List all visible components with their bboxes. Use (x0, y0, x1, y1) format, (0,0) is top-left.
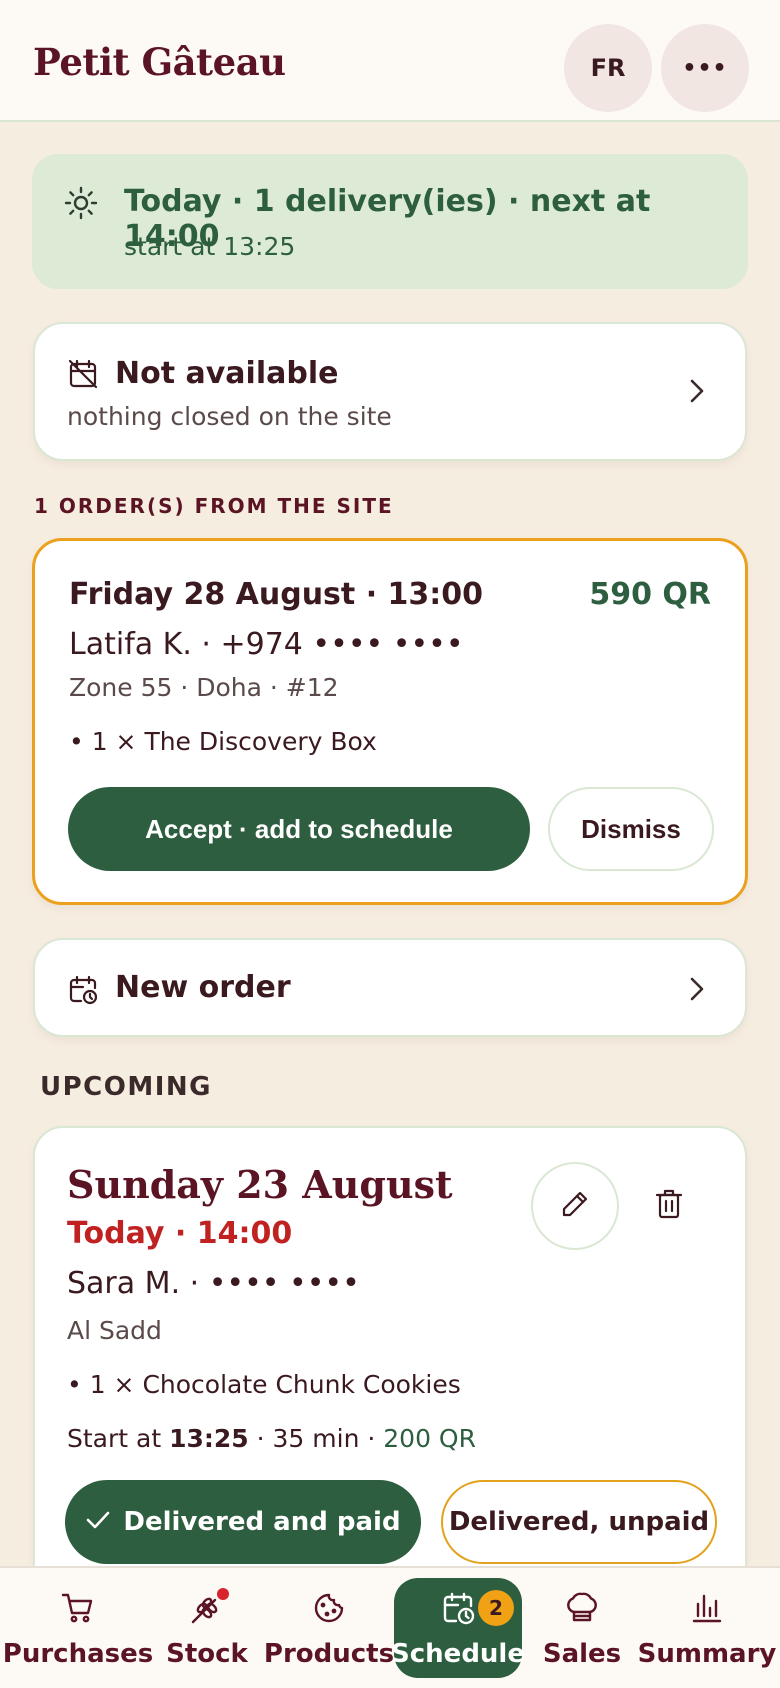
sun-icon (64, 186, 98, 224)
delivery-duration: · 35 min · (248, 1424, 384, 1453)
bottom-nav: Purchases Stock Products Schedule 2 Sale… (0, 1566, 780, 1688)
more-icon: ••• (682, 55, 728, 81)
nav-stock-label: Stock (166, 1639, 248, 1669)
schedule-count-badge: 2 (478, 1590, 514, 1626)
nav-purchases[interactable]: Purchases (2, 1568, 154, 1688)
today-start-time: start at 13:25 (124, 232, 296, 261)
availability-subtitle: nothing closed on the site (67, 402, 392, 431)
delivery-start-line: Start at 13:25 · 35 min · 200 QR (67, 1424, 476, 1453)
nav-products[interactable]: Products (263, 1568, 395, 1688)
stock-alert-dot (217, 1588, 229, 1600)
order-customer: Latifa K. · +974 •••• •••• (69, 627, 464, 662)
site-orders-label: 1 ORDER(S) FROM THE SITE (34, 494, 394, 518)
delivery-customer: Sara M. · •••• •••• (67, 1266, 360, 1301)
delivered-paid-button[interactable]: Delivered and paid (65, 1480, 421, 1564)
delivered-unpaid-button[interactable]: Delivered, unpaid (441, 1480, 717, 1564)
chef-hat-icon (564, 1590, 600, 1633)
upcoming-label: UPCOMING (40, 1072, 212, 1102)
new-order-label: New order (115, 970, 291, 1005)
nav-sales[interactable]: Sales (534, 1568, 630, 1688)
wheat-icon (189, 1588, 229, 1633)
cart-icon (60, 1590, 96, 1633)
order-item: • 1 × The Discovery Box (69, 727, 377, 756)
trash-icon (654, 1187, 684, 1225)
today-banner: Today · 1 delivery(ies) · next at 14:00 … (32, 154, 748, 289)
site-order-card: Friday 28 August · 13:00 590 QR Latifa K… (32, 538, 748, 905)
delivery-address: Al Sadd (67, 1316, 162, 1345)
nav-products-label: Products (263, 1639, 395, 1669)
chevron-right-icon (687, 974, 707, 1008)
pencil-icon (560, 1189, 590, 1223)
nav-summary[interactable]: Summary (637, 1568, 777, 1688)
bar-chart-icon (689, 1590, 725, 1633)
order-datetime: Friday 28 August · 13:00 (69, 577, 484, 612)
order-address: Zone 55 · Doha · #12 (69, 673, 339, 702)
delivery-today-time: Today · 14:00 (67, 1216, 293, 1251)
new-order-card[interactable]: New order (33, 938, 747, 1037)
nav-stock[interactable]: Stock (158, 1568, 256, 1688)
more-menu-button[interactable]: ••• (661, 24, 749, 112)
delete-delivery-button[interactable] (645, 1182, 693, 1230)
language-button[interactable]: FR (564, 24, 652, 112)
availability-title: Not available (115, 356, 339, 391)
nav-summary-label: Summary (637, 1639, 777, 1669)
accept-order-button[interactable]: Accept · add to schedule (68, 787, 530, 871)
availability-card[interactable]: Not available nothing closed on the site (33, 322, 747, 461)
order-amount: 590 QR (589, 577, 711, 612)
app-header: Petit Gâteau FR ••• (0, 0, 780, 122)
delivery-item: • 1 × Chocolate Chunk Cookies (67, 1370, 461, 1399)
nav-purchases-label: Purchases (2, 1639, 154, 1669)
calendar-clock-icon (440, 1590, 476, 1633)
calendar-clock-icon (67, 974, 99, 1010)
cookie-icon (311, 1590, 347, 1633)
delivery-date: Sunday 23 August (67, 1162, 453, 1207)
calendar-off-icon (67, 358, 99, 394)
delivered-paid-label: Delivered and paid (123, 1507, 401, 1537)
nav-schedule[interactable]: Schedule 2 (391, 1578, 525, 1678)
check-icon (85, 1507, 111, 1537)
nav-sales-label: Sales (542, 1639, 622, 1669)
dismiss-order-button[interactable]: Dismiss (548, 787, 714, 871)
chevron-right-icon (687, 376, 707, 410)
delivery-price: 200 QR (383, 1424, 476, 1453)
edit-delivery-button[interactable] (531, 1162, 619, 1250)
start-time: 13:25 (169, 1424, 249, 1453)
brand-title: Petit Gâteau (33, 40, 286, 84)
start-prefix: Start at (67, 1424, 170, 1453)
nav-schedule-label: Schedule (391, 1639, 525, 1669)
